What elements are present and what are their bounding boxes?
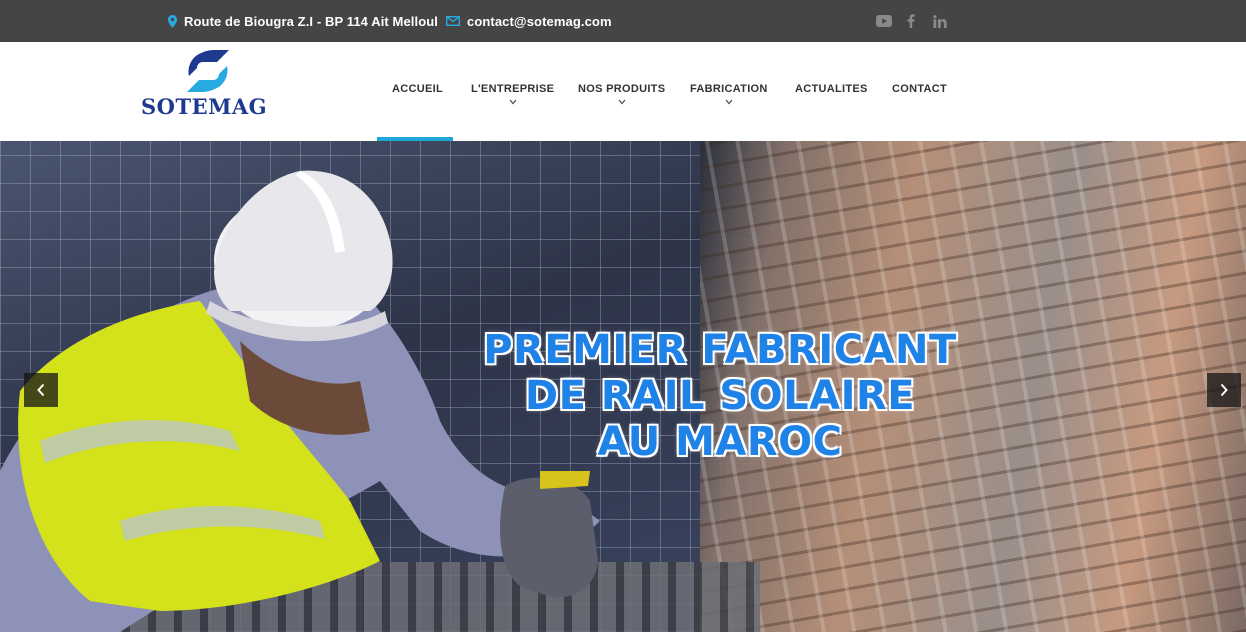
hero-title-line: DE RAIL SOLAIRE bbox=[524, 373, 916, 419]
hero-title: PREMIER FABRICANT DE RAIL SOLAIRE AU MAR… bbox=[440, 327, 1000, 465]
slider-next-button[interactable] bbox=[1207, 373, 1241, 407]
slider-prev-button[interactable] bbox=[24, 373, 58, 407]
facebook-link[interactable] bbox=[907, 0, 915, 42]
chevron-down-icon bbox=[725, 99, 733, 105]
nav-label: ACCUEIL bbox=[392, 83, 443, 95]
envelope-icon bbox=[446, 16, 460, 26]
map-pin-icon bbox=[168, 14, 177, 28]
youtube-link[interactable] bbox=[876, 0, 892, 42]
nav-item-entreprise[interactable]: L'ENTREPRISE bbox=[471, 83, 554, 105]
nav-label: L'ENTREPRISE bbox=[471, 83, 555, 95]
brand-name: SOTEMAG bbox=[141, 94, 268, 119]
nav-item-fabrication[interactable]: FABRICATION bbox=[690, 83, 768, 105]
email-contact[interactable]: contact@sotemag.com bbox=[446, 0, 612, 42]
address-contact: Route de Biougra Z.I - BP 114 Ait Mellou… bbox=[168, 0, 438, 42]
nav-item-produits[interactable]: NOS PRODUITS bbox=[578, 83, 665, 105]
address-text: Route de Biougra Z.I - BP 114 Ait Mellou… bbox=[184, 13, 439, 29]
facebook-icon bbox=[907, 14, 915, 28]
nav-label: CONTACT bbox=[892, 83, 948, 95]
hero-slider: PREMIER FABRICANT DE RAIL SOLAIRE AU MAR… bbox=[0, 141, 1246, 632]
nav-label: FABRICATION bbox=[690, 83, 768, 95]
sotemag-s-logo-icon bbox=[187, 50, 229, 92]
nav-item-actualites[interactable]: ACTUALITES bbox=[795, 83, 868, 95]
linkedin-link[interactable] bbox=[933, 0, 947, 42]
chevron-left-icon bbox=[37, 383, 45, 397]
hero-title-line: AU MAROC bbox=[597, 419, 843, 465]
chevron-down-icon bbox=[509, 99, 517, 105]
youtube-icon bbox=[876, 15, 892, 27]
nav-label: NOS PRODUITS bbox=[578, 83, 666, 95]
chevron-down-icon bbox=[618, 99, 626, 105]
site-logo[interactable]: SOTEMAG bbox=[141, 48, 277, 120]
top-bar: Route de Biougra Z.I - BP 114 Ait Mellou… bbox=[0, 0, 1246, 42]
linkedin-icon bbox=[933, 14, 947, 28]
email-link[interactable]: contact@sotemag.com bbox=[467, 14, 612, 29]
chevron-right-icon bbox=[1220, 383, 1228, 397]
site-header: SOTEMAG ACCUEIL L'ENTREPRISE NOS PRODUIT… bbox=[0, 42, 1246, 141]
nav-label: ACTUALITES bbox=[795, 83, 868, 95]
nav-item-accueil[interactable]: ACCUEIL bbox=[392, 83, 443, 95]
nav-item-contact[interactable]: CONTACT bbox=[892, 83, 947, 95]
hero-title-line: PREMIER FABRICANT bbox=[483, 327, 957, 373]
